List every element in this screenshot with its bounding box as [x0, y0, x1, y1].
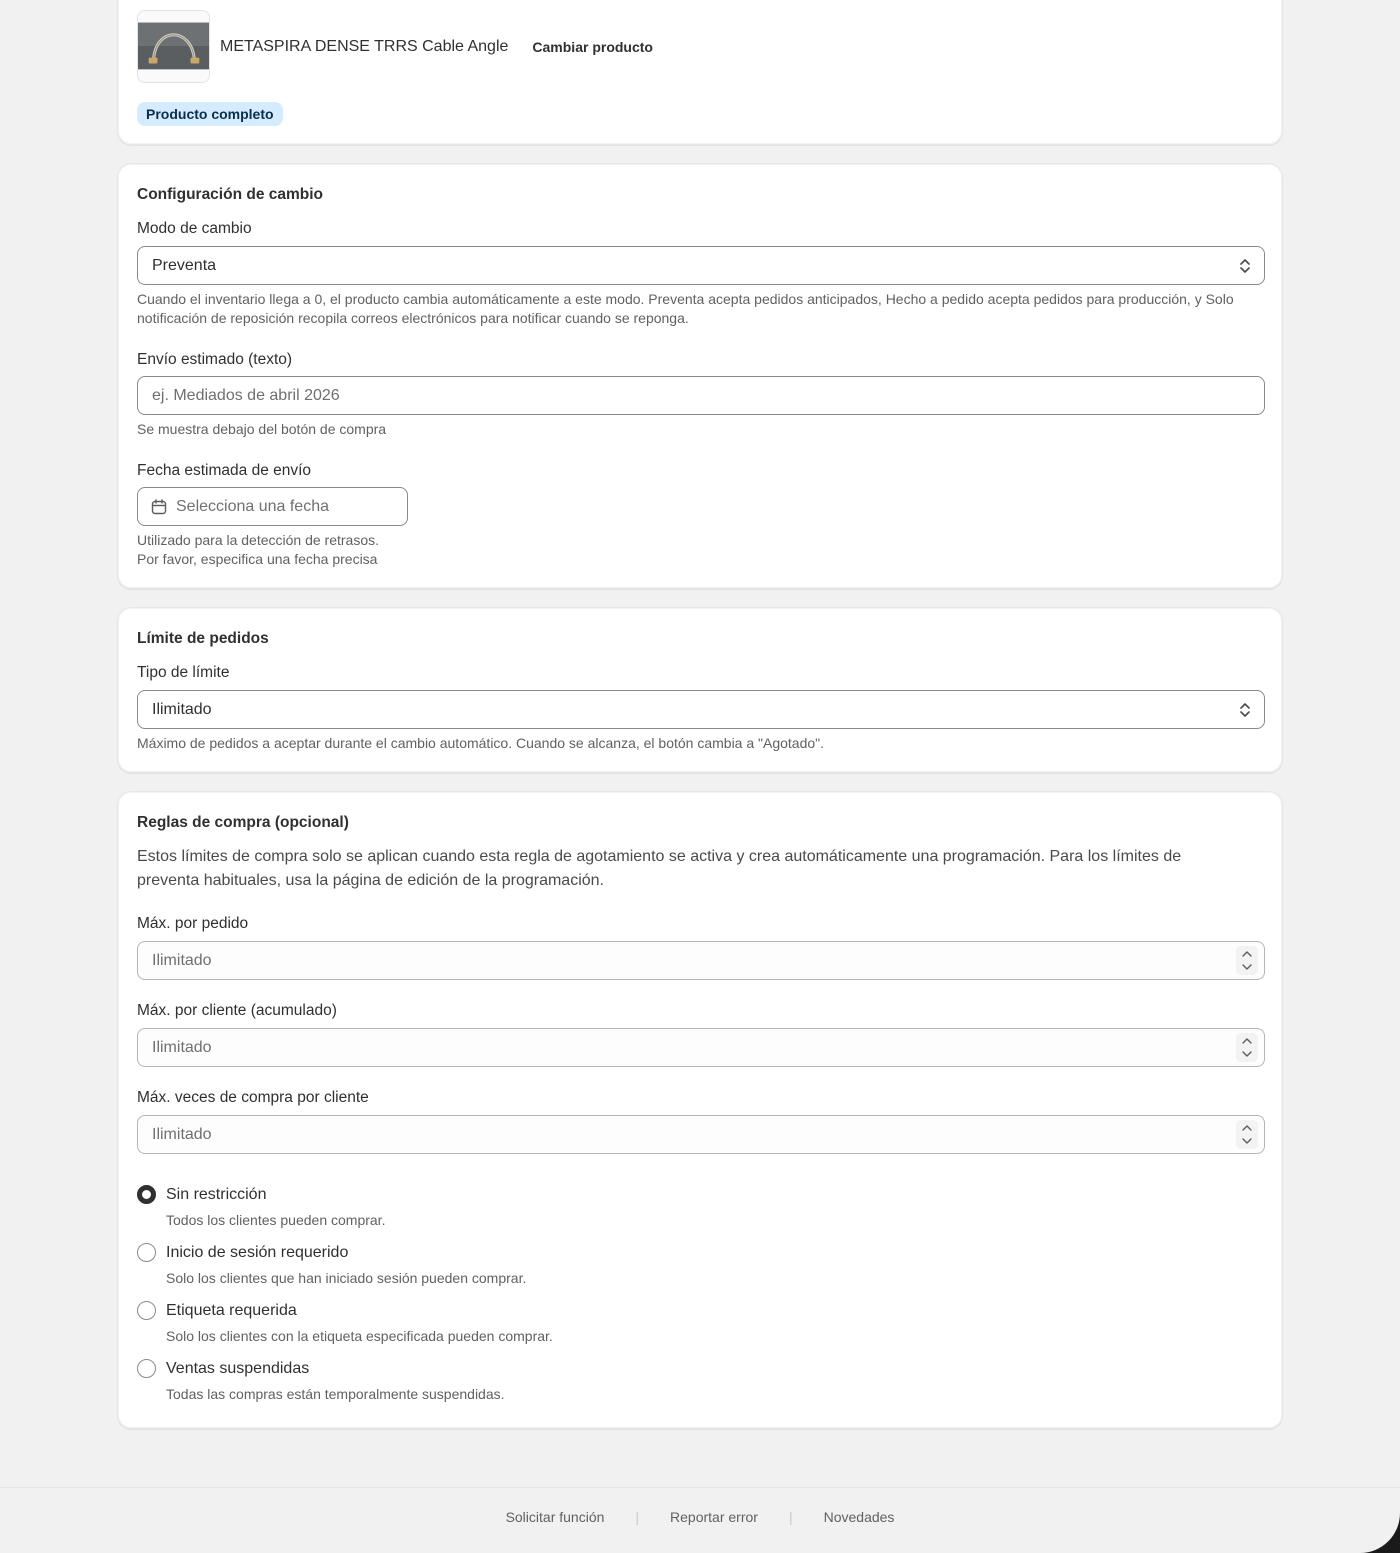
switch-config-card: Configuración de cambio Modo de cambio P…: [117, 163, 1283, 589]
shipping-date-picker[interactable]: Selecciona una fecha: [137, 487, 408, 526]
select-chevrons-icon: [1240, 259, 1250, 273]
mode-help-text: Cuando el inventario llega a 0, el produ…: [137, 291, 1234, 326]
radio-option-no-restriction[interactable]: Sin restricción: [137, 1185, 266, 1204]
shipping-date-placeholder: Selecciona una fecha: [176, 497, 329, 515]
radio-help: Todos los clientes pueden comprar.: [166, 1212, 386, 1228]
footer-separator: |: [788, 1508, 793, 1525]
radio-option-tag-required[interactable]: Etiqueta requerida: [137, 1301, 297, 1320]
mode-select[interactable]: Preventa: [137, 246, 1265, 285]
whats-new-link[interactable]: Novedades: [824, 1509, 895, 1525]
number-stepper[interactable]: [1236, 946, 1258, 975]
radio-label: Ventas suspendidas: [166, 1359, 310, 1377]
radio-button[interactable]: [137, 1243, 156, 1262]
max-times-input[interactable]: Ilimitado: [137, 1115, 1265, 1154]
max-per-order-input[interactable]: Ilimitado: [137, 941, 1265, 980]
purchase-rules-card: Reglas de compra (opcional) Estos límite…: [117, 791, 1283, 1429]
mode-label: Modo de cambio: [137, 220, 252, 237]
order-limit-card: Límite de pedidos Tipo de límite Ilimita…: [117, 607, 1283, 773]
section-title: Configuración de cambio: [137, 186, 324, 203]
page: METASPIRA DENSE TRRS Cable Angle Cambiar…: [0, 0, 1400, 1553]
purchase-rules-intro: Estos límites de compra solo se aplican …: [137, 848, 1182, 889]
limit-type-value: Ilimitado: [152, 700, 212, 718]
footer: Solicitar función | Reportar error | Nov…: [0, 1487, 1400, 1553]
product-name: METASPIRA DENSE TRRS Cable Angle: [220, 37, 509, 55]
stepper-arrows-icon: [1242, 951, 1252, 970]
shipping-text-placeholder: ej. Mediados de abril 2026: [152, 386, 340, 404]
radio-option-sales-suspended[interactable]: Ventas suspendidas: [137, 1359, 309, 1378]
cable-image-icon: [138, 22, 209, 70]
max-per-order-placeholder: Ilimitado: [152, 951, 212, 969]
report-bug-link[interactable]: Reportar error: [670, 1509, 758, 1525]
limit-type-label: Tipo de límite: [137, 664, 230, 681]
radio-button[interactable]: [137, 1185, 156, 1204]
shipping-date-help-2: Por favor, especifica una fecha precisa: [137, 551, 378, 567]
product-card: METASPIRA DENSE TRRS Cable Angle Cambiar…: [117, 0, 1283, 145]
number-stepper[interactable]: [1236, 1033, 1258, 1062]
max-times-label: Máx. veces de compra por cliente: [137, 1089, 369, 1106]
product-row: METASPIRA DENSE TRRS Cable Angle Cambiar…: [137, 10, 653, 83]
max-per-order-label: Máx. por pedido: [137, 915, 249, 932]
limit-type-select[interactable]: Ilimitado: [137, 690, 1265, 729]
max-per-customer-label: Máx. por cliente (acumulado): [137, 1002, 337, 1019]
radio-help: Todas las compras están temporalmente su…: [166, 1386, 505, 1402]
section-title: Reglas de compra (opcional): [137, 814, 349, 831]
number-stepper[interactable]: [1236, 1120, 1258, 1149]
shipping-text-input[interactable]: ej. Mediados de abril 2026: [137, 376, 1265, 415]
section-title: Límite de pedidos: [137, 630, 269, 647]
request-feature-link[interactable]: Solicitar función: [506, 1509, 605, 1525]
radio-help: Solo los clientes que han iniciado sesió…: [166, 1270, 527, 1286]
footer-separator: |: [635, 1508, 640, 1525]
status-badge: Producto completo: [137, 102, 283, 126]
product-thumbnail: [137, 10, 210, 83]
change-product-button[interactable]: Cambiar producto: [532, 39, 653, 55]
mode-select-value: Preventa: [152, 256, 217, 274]
radio-label: Sin restricción: [166, 1185, 267, 1203]
radio-label: Inicio de sesión requerido: [166, 1243, 349, 1261]
radio-option-login-required[interactable]: Inicio de sesión requerido: [137, 1243, 348, 1262]
shipping-date-help-1: Utilizado para la detección de retrasos.: [137, 532, 380, 548]
stepper-arrows-icon: [1242, 1125, 1252, 1144]
shipping-text-help: Se muestra debajo del botón de compra: [137, 421, 387, 437]
max-per-customer-input[interactable]: Ilimitado: [137, 1028, 1265, 1067]
limit-help-text: Máximo de pedidos a aceptar durante el c…: [137, 735, 825, 751]
radio-button[interactable]: [137, 1301, 156, 1320]
select-chevrons-icon: [1240, 703, 1250, 717]
radio-label: Etiqueta requerida: [166, 1301, 297, 1319]
max-times-placeholder: Ilimitado: [152, 1125, 212, 1143]
radio-button[interactable]: [137, 1359, 156, 1378]
max-per-customer-placeholder: Ilimitado: [152, 1038, 212, 1056]
shipping-text-label: Envío estimado (texto): [137, 351, 293, 368]
calendar-icon: [151, 498, 167, 514]
stepper-arrows-icon: [1242, 1038, 1252, 1057]
radio-help: Solo los clientes con la etiqueta especi…: [166, 1328, 553, 1344]
shipping-date-label: Fecha estimada de envío: [137, 462, 312, 479]
